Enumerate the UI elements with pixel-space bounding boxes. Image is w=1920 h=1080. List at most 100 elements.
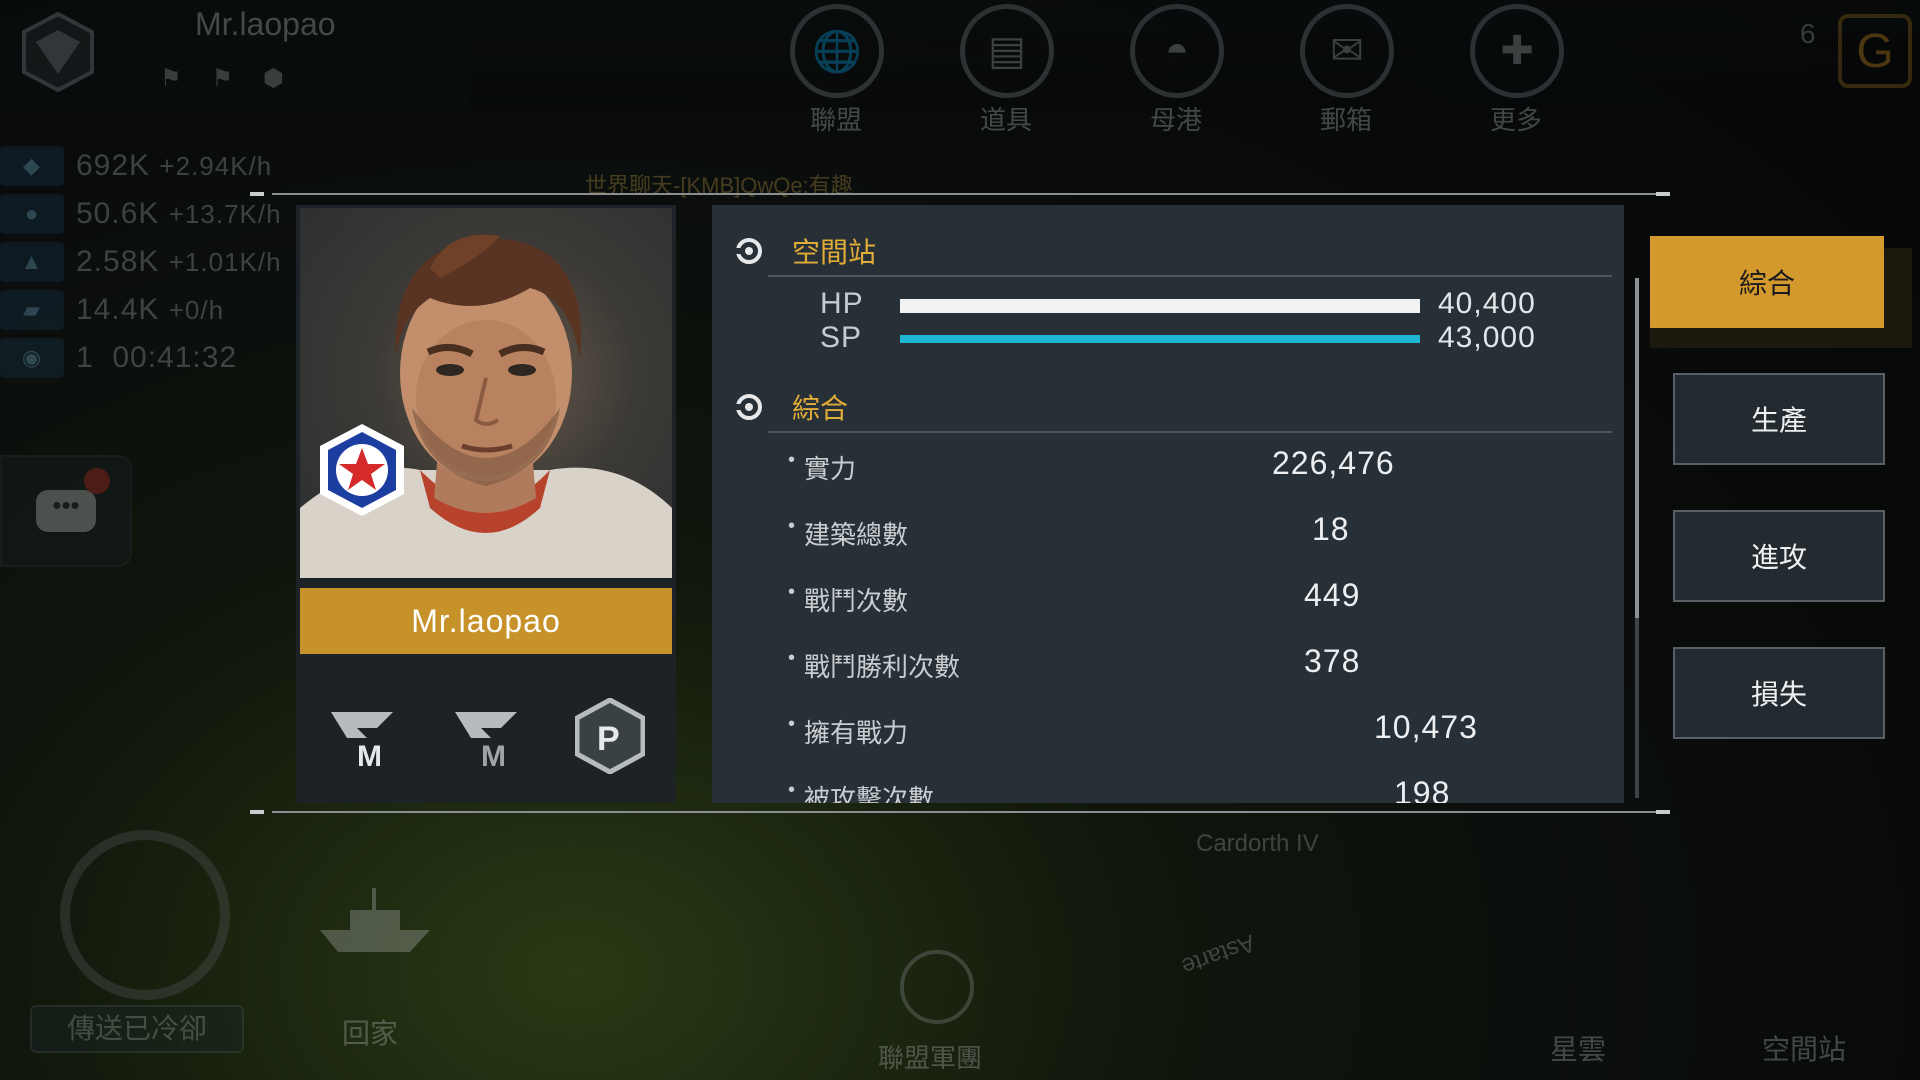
gas-icon: ▲ [0, 242, 64, 282]
m-rank-badge-icon[interactable]: M [320, 694, 404, 778]
hp-label: HP [820, 287, 864, 320]
stat-row: 戰鬥勝利次數 378 [712, 643, 1624, 683]
resource-row: ▰ 14.4K +0/h [0, 286, 330, 334]
resource-row: ◆ 692K +2.94K/h [0, 142, 330, 190]
top-right-count: 6 [1800, 18, 1816, 49]
frame-corner [1656, 192, 1670, 196]
stats-panel[interactable]: 空間站 HP 40,400 SP 43,000 綜合 實力 226,476 [712, 205, 1624, 803]
world-chat-ticker[interactable]: 世界聊天-[KMB]QwQe:有趣 [585, 168, 853, 200]
stat-value: 10,473 [1374, 709, 1478, 745]
teleport-cooldown-label[interactable]: 傳送已冷卻 [30, 1005, 244, 1053]
chat-button[interactable]: ••• [0, 455, 132, 567]
stat-value: 226,476 [1272, 445, 1395, 481]
profile-badges: M M P [300, 676, 672, 796]
resource-row: ◉ 1 00:41:32 [0, 334, 330, 382]
home-label: 回家 [342, 1018, 399, 1049]
sp-bar-track [900, 335, 1420, 343]
hp-value: 40,400 [1438, 287, 1536, 320]
resource-rate: +1.01K/h [168, 246, 282, 277]
sp-row: SP 43,000 [712, 321, 1624, 355]
player-emblem-icon[interactable] [22, 12, 94, 92]
m-badge-icon: ⚑ [160, 65, 182, 92]
crystal-icon: ◆ [0, 146, 64, 186]
frame-corner [250, 810, 264, 814]
planet-label[interactable]: Cardorth IV [1196, 830, 1319, 858]
m-rank-badge-icon[interactable]: M [444, 694, 528, 778]
resource-list: ◆ 692K +2.94K/h ● 50.6K +13.7K/h ▲ 2.58K… [0, 142, 330, 382]
hp-row: HP 40,400 [712, 287, 1624, 321]
scrollbar-thumb[interactable] [1635, 278, 1639, 618]
resource-amount: 14.4K [76, 293, 160, 326]
stat-label: 被攻擊次數 [788, 779, 934, 803]
alliance-army-label: 聯盟軍團 [878, 1043, 983, 1073]
frame-corner [250, 192, 264, 196]
resource-amount: 1 [76, 341, 94, 374]
commander-portrait [300, 208, 672, 578]
commander-portrait-image [300, 234, 672, 578]
resource-rate: +0/h [168, 294, 225, 325]
stat-value: 378 [1304, 643, 1361, 679]
resource-rate: +2.94K/h [159, 150, 273, 181]
tab-overview[interactable]: 綜合 [1650, 236, 1884, 328]
section-title: 綜合 [792, 393, 849, 424]
section-title: 空間站 [792, 237, 877, 268]
section-header: 空間站 [712, 227, 1624, 275]
resource-row: ● 50.6K +13.7K/h [0, 190, 330, 238]
player-badges: ⚑ ⚑ ⬢ [160, 64, 284, 93]
hp-bar-fill [900, 299, 1420, 313]
teleport-ring-icon[interactable] [60, 830, 230, 1000]
nebula-label[interactable]: 星雲 [1550, 1028, 1606, 1068]
stat-value: 18 [1312, 511, 1350, 547]
credits-icon: ▰ [0, 290, 64, 330]
sp-bar-fill [900, 335, 1420, 343]
section-header: 綜合 [712, 383, 1624, 431]
stat-label: 擁有戰力 [788, 713, 908, 750]
space-station-label[interactable]: 空間站 [1762, 1028, 1846, 1068]
stat-label: 戰鬥勝利次數 [788, 647, 960, 684]
mail-icon: ✉ [1300, 4, 1394, 98]
station-section: 空間站 [712, 227, 1624, 277]
chat-icon: ••• [36, 490, 96, 532]
stat-label: 實力 [788, 449, 856, 486]
nav-homeport[interactable]: ◓ 母港 [1130, 4, 1224, 137]
gear-g-icon[interactable]: G [1838, 14, 1912, 88]
nav-mail[interactable]: ✉ 郵箱 [1300, 4, 1394, 137]
profile-name-plate: Mr.laopao [300, 588, 672, 654]
nav-more[interactable]: ✚ 更多 [1470, 4, 1564, 137]
tab-losses[interactable]: 損失 [1673, 647, 1885, 739]
p-badge-icon: ⬢ [263, 65, 284, 92]
resource-timer: 00:41:32 [112, 341, 238, 374]
top-nav: 🌐 聯盟 ▤ 道具 ◓ 母港 ✉ 郵箱 ✚ 更多 [790, 4, 1564, 137]
planet-label[interactable]: Astarte [1178, 928, 1259, 980]
nav-alliance[interactable]: 🌐 聯盟 [790, 4, 884, 137]
toolbox-icon: ▤ [960, 4, 1054, 98]
resource-rate: +13.7K/h [168, 198, 282, 229]
plus-icon: ✚ [1470, 4, 1564, 98]
stat-row: 被攻擊次數 198 [712, 775, 1624, 803]
resource-amount: 50.6K [76, 197, 160, 230]
alliance-army-icon[interactable] [900, 950, 974, 1024]
stat-value: 449 [1304, 577, 1361, 613]
tab-attack[interactable]: 進攻 [1673, 510, 1885, 602]
stat-row: 擁有戰力 10,473 [712, 709, 1624, 749]
frame-bottom-line [272, 811, 1656, 813]
stat-label: 戰鬥次數 [788, 581, 908, 618]
svg-text:P: P [597, 720, 620, 758]
p-rank-badge-icon[interactable]: P [568, 694, 652, 778]
frame-top-line [272, 193, 1656, 195]
refresh-ring-icon [736, 238, 762, 264]
nav-items[interactable]: ▤ 道具 [960, 4, 1054, 137]
ore-icon: ● [0, 194, 64, 234]
frame-corner [1656, 810, 1670, 814]
tab-production[interactable]: 生產 [1673, 373, 1885, 465]
sp-value: 43,000 [1438, 321, 1536, 354]
stat-label: 建築總數 [788, 515, 908, 552]
stat-value: 198 [1394, 775, 1451, 803]
svg-text:M: M [481, 740, 506, 768]
stat-row: 建築總數 18 [712, 511, 1624, 551]
ship-home-icon[interactable] [310, 880, 440, 960]
stat-row: 戰鬥次數 449 [712, 577, 1624, 617]
player-name: Mr.laopao [195, 6, 336, 42]
globe-icon: 🌐 [790, 4, 884, 98]
refresh-ring-icon [736, 394, 762, 420]
